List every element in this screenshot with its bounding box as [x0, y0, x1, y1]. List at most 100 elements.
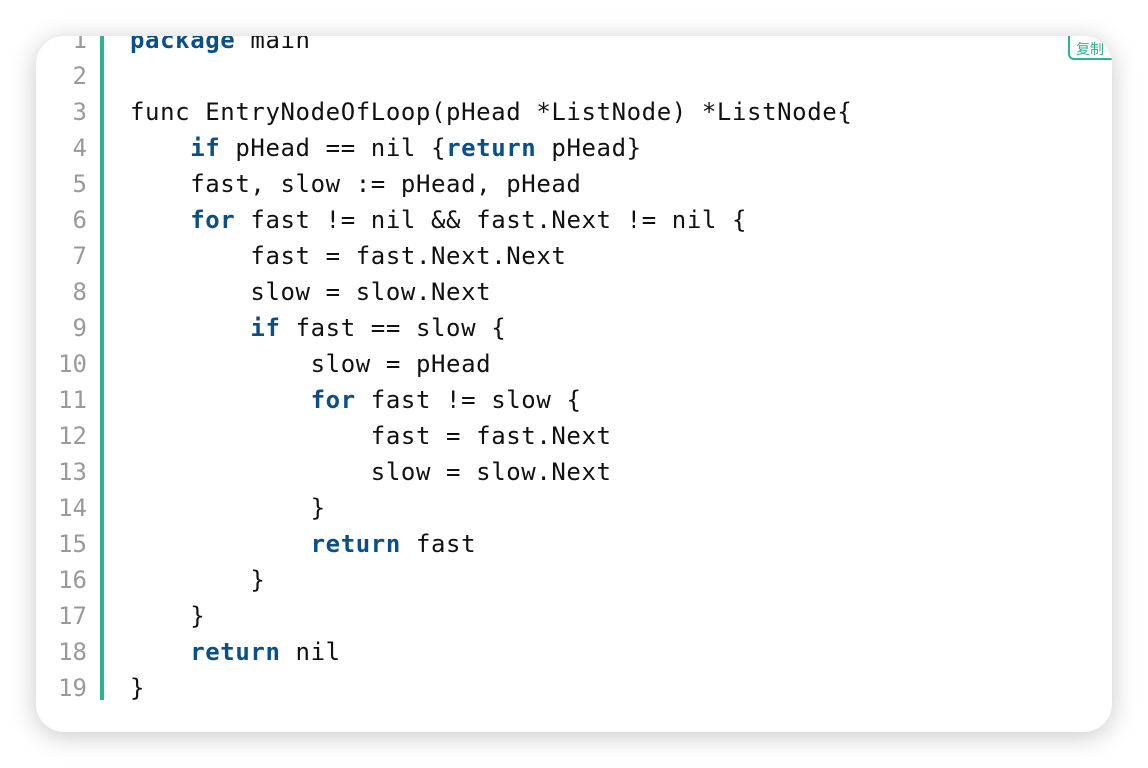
code-line: 13 slow = slow.Next	[36, 454, 1112, 490]
code-line: 12 fast = fast.Next	[36, 418, 1112, 454]
line-number: 7	[72, 242, 87, 270]
code-token: }	[130, 674, 146, 702]
code-line: 19}	[36, 670, 1112, 706]
code-keyword: return	[190, 638, 281, 666]
code-keyword: for	[310, 386, 356, 414]
code-token: fast != nil && fast.Next != nil {	[235, 206, 748, 234]
code-token: fast	[400, 530, 477, 558]
code-line: 17 }	[36, 598, 1112, 634]
code-text: }	[130, 670, 145, 706]
code-text: func EntryNodeOfLoop(pHead *ListNode) *L…	[130, 94, 852, 130]
code-line: 11 for fast != slow {	[36, 382, 1112, 418]
code-token: func EntryNodeOfLoop(pHead *ListNode) *L…	[130, 98, 853, 126]
code-token: fast = fast.Next.Next	[250, 242, 567, 270]
code-text: fast = fast.Next.Next	[130, 238, 566, 274]
code-text: package main	[130, 36, 311, 58]
code-token: fast = fast.Next	[370, 422, 612, 450]
code-text: }	[130, 598, 205, 634]
line-number: 4	[72, 134, 87, 162]
line-number: 3	[72, 98, 87, 126]
code-keyword: if	[190, 134, 221, 162]
code-viewer[interactable]: 1 package main 2 3 func EntryNodeOfLoop(pHea…	[36, 36, 1112, 732]
code-line: 18 return nil	[36, 634, 1112, 670]
code-token: slow = slow.Next	[370, 458, 612, 486]
code-line: 10 slow = pHead	[36, 346, 1112, 382]
code-line: 3 func EntryNodeOfLoop(pHead *ListNode) *…	[36, 94, 1112, 130]
code-text: fast = fast.Next	[130, 418, 612, 454]
code-text: if pHead == nil {return pHead}	[130, 130, 642, 166]
code-text: slow = slow.Next	[130, 454, 612, 490]
copy-button[interactable]: 复制	[1068, 36, 1112, 60]
code-line: 6 for fast != nil && fast.Next != nil {	[36, 202, 1112, 238]
line-number: 11	[58, 386, 87, 414]
code-token: pHead == nil {	[220, 134, 447, 162]
code-line: 16 }	[36, 562, 1112, 598]
code-text: slow = pHead	[130, 346, 491, 382]
code-line: 2	[36, 58, 1112, 94]
line-number: 16	[58, 566, 87, 594]
line-number: 5	[72, 170, 87, 198]
code-text: for fast != nil && fast.Next != nil {	[130, 202, 747, 238]
code-block-card: 1 package main 2 3 func EntryNodeOfLoop(pHea…	[36, 36, 1112, 732]
line-number: 15	[58, 530, 87, 558]
code-text: if fast == slow {	[130, 310, 506, 346]
code-token: fast, slow := pHead, pHead	[190, 170, 582, 198]
line-number: 13	[58, 458, 87, 486]
code-keyword: return	[446, 134, 537, 162]
line-number: 10	[58, 350, 87, 378]
code-line: 14 }	[36, 490, 1112, 526]
code-keyword: if	[250, 314, 281, 342]
code-text: slow = slow.Next	[130, 274, 491, 310]
line-number: 14	[58, 494, 87, 522]
code-token: main	[235, 36, 311, 54]
code-text: return fast	[130, 526, 476, 562]
code-keyword: return	[310, 530, 401, 558]
code-text: fast, slow := pHead, pHead	[130, 166, 581, 202]
code-token: slow = slow.Next	[250, 278, 492, 306]
line-number: 8	[72, 278, 87, 306]
code-text: return nil	[130, 634, 341, 670]
code-token: }	[250, 566, 266, 594]
line-number: 12	[58, 422, 87, 450]
line-number: 17	[58, 602, 87, 630]
code-token: fast == slow {	[280, 314, 507, 342]
code-token: }	[310, 494, 326, 522]
code-token: fast != slow {	[355, 386, 582, 414]
code-token: slow = pHead	[310, 350, 492, 378]
code-line: 9 if fast == slow {	[36, 310, 1112, 346]
code-keyword: package	[130, 36, 236, 54]
code-line: 5 fast, slow := pHead, pHead	[36, 166, 1112, 202]
line-number: 1	[72, 36, 87, 54]
code-keyword: for	[190, 206, 236, 234]
code-line: 1 package main	[36, 36, 1112, 58]
code-text: }	[130, 562, 265, 598]
line-number: 6	[72, 206, 87, 234]
code-line: 15 return fast	[36, 526, 1112, 562]
line-number: 19	[58, 674, 87, 702]
code-text: for fast != slow {	[130, 382, 582, 418]
line-number: 2	[72, 62, 87, 90]
code-text: }	[130, 490, 326, 526]
code-line: 8 slow = slow.Next	[36, 274, 1112, 310]
code-line: 4 if pHead == nil {return pHead}	[36, 130, 1112, 166]
code-token: }	[190, 602, 206, 630]
code-token: pHead}	[536, 134, 642, 162]
code-line: 7 fast = fast.Next.Next	[36, 238, 1112, 274]
code-token: nil	[280, 638, 341, 666]
line-number: 18	[58, 638, 87, 666]
